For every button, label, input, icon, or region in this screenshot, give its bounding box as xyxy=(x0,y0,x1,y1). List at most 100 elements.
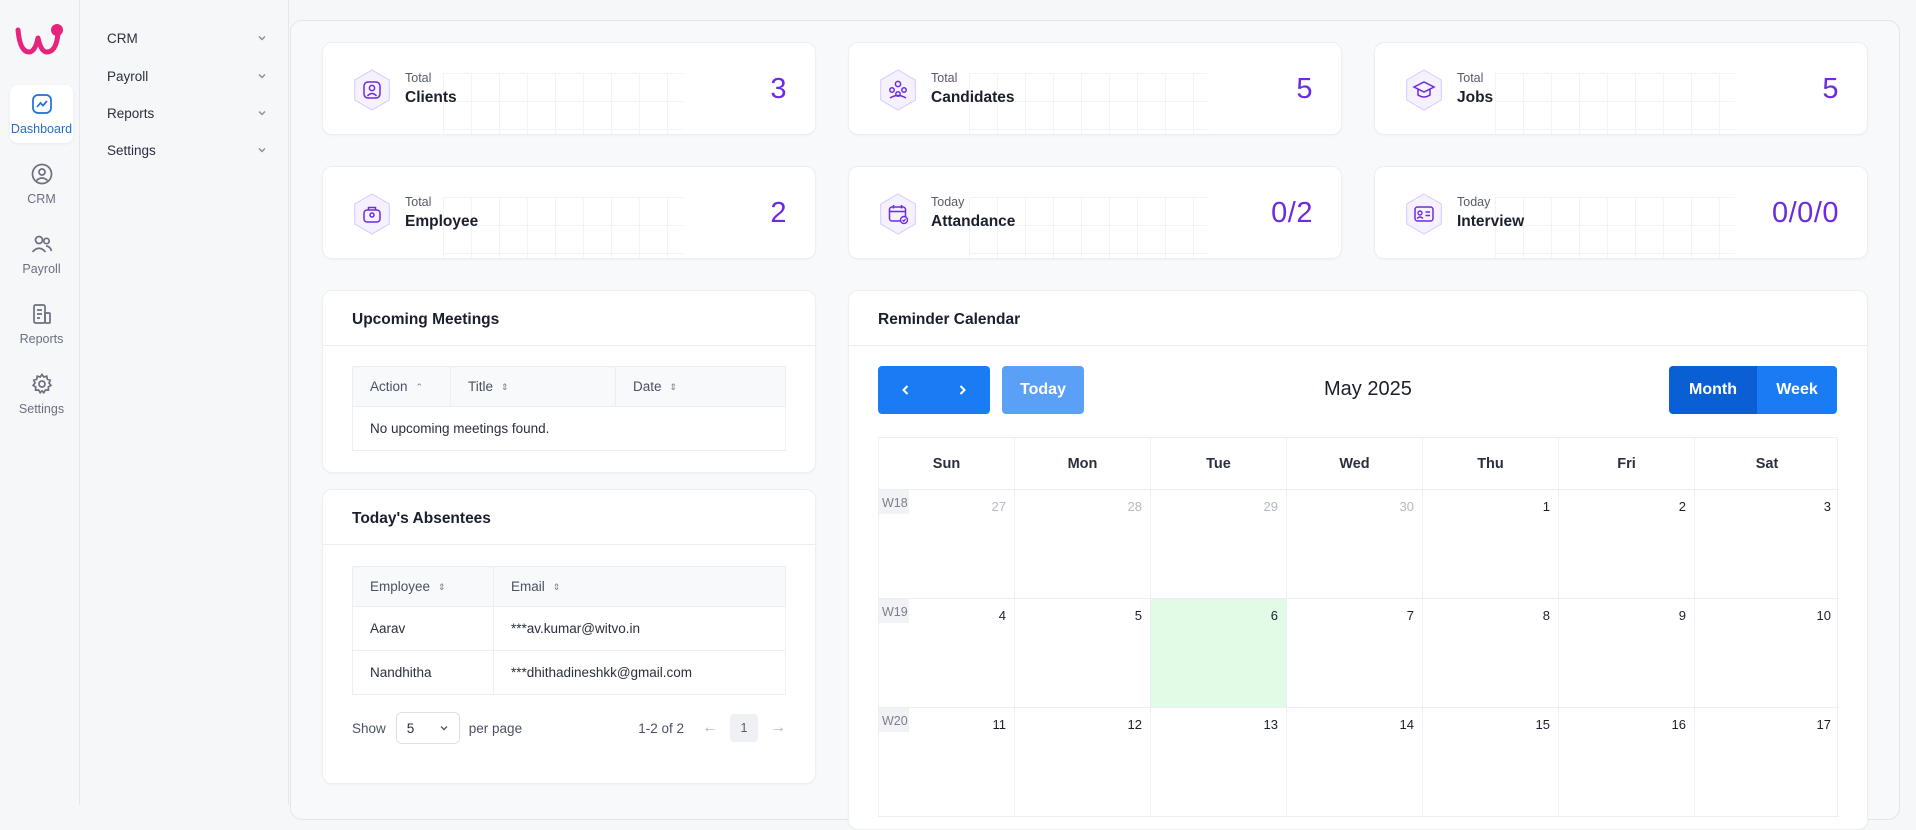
calendar-date: 2 xyxy=(1678,499,1686,514)
employee-cell: Aarav xyxy=(352,606,494,651)
chevron-left-icon[interactable] xyxy=(899,383,913,397)
calendar-day-cell[interactable]: 28 xyxy=(1015,490,1151,599)
next-page-arrow-icon[interactable]: → xyxy=(770,719,786,737)
stat-caption: Total xyxy=(405,71,432,85)
stat-card-clients[interactable]: Total Clients 3 xyxy=(322,42,816,135)
submenu-item-crm[interactable]: CRM xyxy=(107,25,267,51)
calendar-day-cell[interactable]: 9 xyxy=(1559,599,1695,708)
stat-card-interview[interactable]: Today Interview 0/0/0 xyxy=(1374,166,1868,259)
stat-value: 0/2 xyxy=(1271,197,1313,229)
week-view-button[interactable]: Week xyxy=(1757,366,1837,414)
reminder-calendar-panel: Reminder Calendar Today May 2025 Month W… xyxy=(848,290,1868,830)
calendar-day-cell[interactable]: 16 xyxy=(1559,708,1695,817)
calendar-day-cell[interactable]: 6 xyxy=(1151,599,1287,708)
stat-value: 5 xyxy=(1296,73,1313,105)
per-page-select[interactable]: 5 xyxy=(395,712,460,744)
calendar-date: 11 xyxy=(992,717,1007,732)
stat-card-employee[interactable]: Total Employee 2 xyxy=(322,166,816,259)
upcoming-meetings-panel: Upcoming Meetings Action ⌃ Title ⇕ Date ⇕ N… xyxy=(322,290,816,473)
calendar-day-cell[interactable]: 13 xyxy=(1151,708,1287,817)
calendar-date: 4 xyxy=(998,608,1006,623)
week-number: W20 xyxy=(879,708,909,732)
calendar-day-cell[interactable]: W18 27 xyxy=(879,490,1015,599)
column-header-date[interactable]: Date ⇕ xyxy=(615,366,786,407)
submenu-label: Settings xyxy=(107,142,156,158)
calendar-day-cell[interactable]: 29 xyxy=(1151,490,1287,599)
calendar-date: 28 xyxy=(1127,499,1142,514)
panel-title: Reminder Calendar xyxy=(878,311,1021,328)
page-number-button[interactable]: 1 xyxy=(730,714,758,742)
meetings-table: Action ⌃ Title ⇕ Date ⇕ No upcoming meeting… xyxy=(352,366,786,451)
calendar-day-cell[interactable]: 12 xyxy=(1015,708,1151,817)
sort-icon: ⇕ xyxy=(438,581,446,592)
column-header-email[interactable]: Email ⇕ xyxy=(493,566,786,607)
absentees-panel: Today's Absentees Employee ⇕ Email ⇕ Aarav… xyxy=(322,489,816,784)
rail-item-dashboard[interactable]: Dashboard xyxy=(10,85,73,143)
chevron-down-icon xyxy=(258,74,266,79)
rail-item-settings[interactable]: Settings xyxy=(10,365,73,423)
client-icon xyxy=(354,69,390,111)
calendar-day-cell[interactable]: 10 xyxy=(1695,599,1839,708)
panel-title: Today's Absentees xyxy=(352,510,491,527)
calendar-day-cell[interactable]: 1 xyxy=(1423,490,1559,599)
calendar-day-cell[interactable]: 17 xyxy=(1695,708,1839,817)
submenu-item-payroll[interactable]: Payroll xyxy=(107,63,267,89)
stat-caption: Today xyxy=(931,195,965,209)
calendar-date: 12 xyxy=(1127,717,1142,732)
calendar-date: 27 xyxy=(991,499,1006,514)
app-logo[interactable] xyxy=(14,20,64,60)
column-header-action[interactable]: Action ⌃ xyxy=(352,366,451,407)
stat-label: Attandance xyxy=(931,213,1016,230)
table-row: Nandhitha ***dhithadineshkk@gmail.com xyxy=(352,650,786,695)
calendar-date: 1 xyxy=(1542,499,1550,514)
prev-page-arrow-icon[interactable]: ← xyxy=(702,719,718,737)
email-cell: ***av.kumar@witvo.in xyxy=(493,606,786,651)
sort-icon: ⇕ xyxy=(501,381,509,392)
stat-caption: Total xyxy=(1457,71,1484,85)
chart-icon xyxy=(31,94,52,114)
user-circle-icon xyxy=(31,163,52,185)
employee-icon xyxy=(354,193,390,235)
month-view-button[interactable]: Month xyxy=(1669,366,1757,414)
card-grid-pattern xyxy=(443,73,683,134)
stat-label: Employee xyxy=(405,213,479,230)
calendar-day-cell[interactable]: 8 xyxy=(1423,599,1559,708)
rail-item-crm[interactable]: CRM xyxy=(10,155,73,213)
calendar-day-cell[interactable]: W20 11 xyxy=(879,708,1015,817)
calendar-day-cell[interactable]: 15 xyxy=(1423,708,1559,817)
stat-card-candidates[interactable]: Total Candidates 5 xyxy=(848,42,1342,135)
calendar-day-cell[interactable]: 3 xyxy=(1695,490,1839,599)
stat-card-jobs[interactable]: Total Jobs 5 xyxy=(1374,42,1868,135)
calendar-check-icon xyxy=(880,193,916,235)
calendar-day-cell[interactable]: 5 xyxy=(1015,599,1151,708)
calendar-nav-group xyxy=(878,366,990,414)
stat-card-attendance[interactable]: Today Attandance 0/2 xyxy=(848,166,1342,259)
calendar-day-cell[interactable]: 2 xyxy=(1559,490,1695,599)
divider xyxy=(323,544,815,545)
calendar-date: 3 xyxy=(1823,499,1831,514)
column-header-employee[interactable]: Employee ⇕ xyxy=(352,566,494,607)
calendar-day-cell[interactable]: 14 xyxy=(1287,708,1423,817)
submenu-item-reports[interactable]: Reports xyxy=(107,100,267,126)
stat-caption: Today xyxy=(1457,195,1491,209)
calendar-date: 14 xyxy=(1399,717,1414,732)
sort-asc-icon: ⌃ xyxy=(415,381,424,392)
calendar-day-cell[interactable]: 7 xyxy=(1287,599,1423,708)
users-icon xyxy=(31,235,52,253)
rail-item-reports[interactable]: Reports xyxy=(10,295,73,353)
calendar-date: 5 xyxy=(1134,608,1142,623)
calendar-day-cell[interactable]: 30 xyxy=(1287,490,1423,599)
show-label: Show xyxy=(352,720,386,736)
submenu-item-settings[interactable]: Settings xyxy=(107,137,267,163)
calendar-date: 9 xyxy=(1678,608,1686,623)
week-number: W18 xyxy=(879,490,909,514)
calendar-date: 8 xyxy=(1542,608,1550,623)
today-button[interactable]: Today xyxy=(1002,366,1084,414)
calendar-day-cell[interactable]: W19 4 xyxy=(879,599,1015,708)
empty-message: No upcoming meetings found. xyxy=(352,406,786,451)
chevron-right-icon[interactable] xyxy=(955,383,969,397)
rail-item-payroll[interactable]: Payroll xyxy=(10,225,73,283)
column-header-title[interactable]: Title ⇕ xyxy=(450,366,616,407)
day-header-tue: Tue xyxy=(1151,438,1287,490)
divider xyxy=(849,345,1867,346)
